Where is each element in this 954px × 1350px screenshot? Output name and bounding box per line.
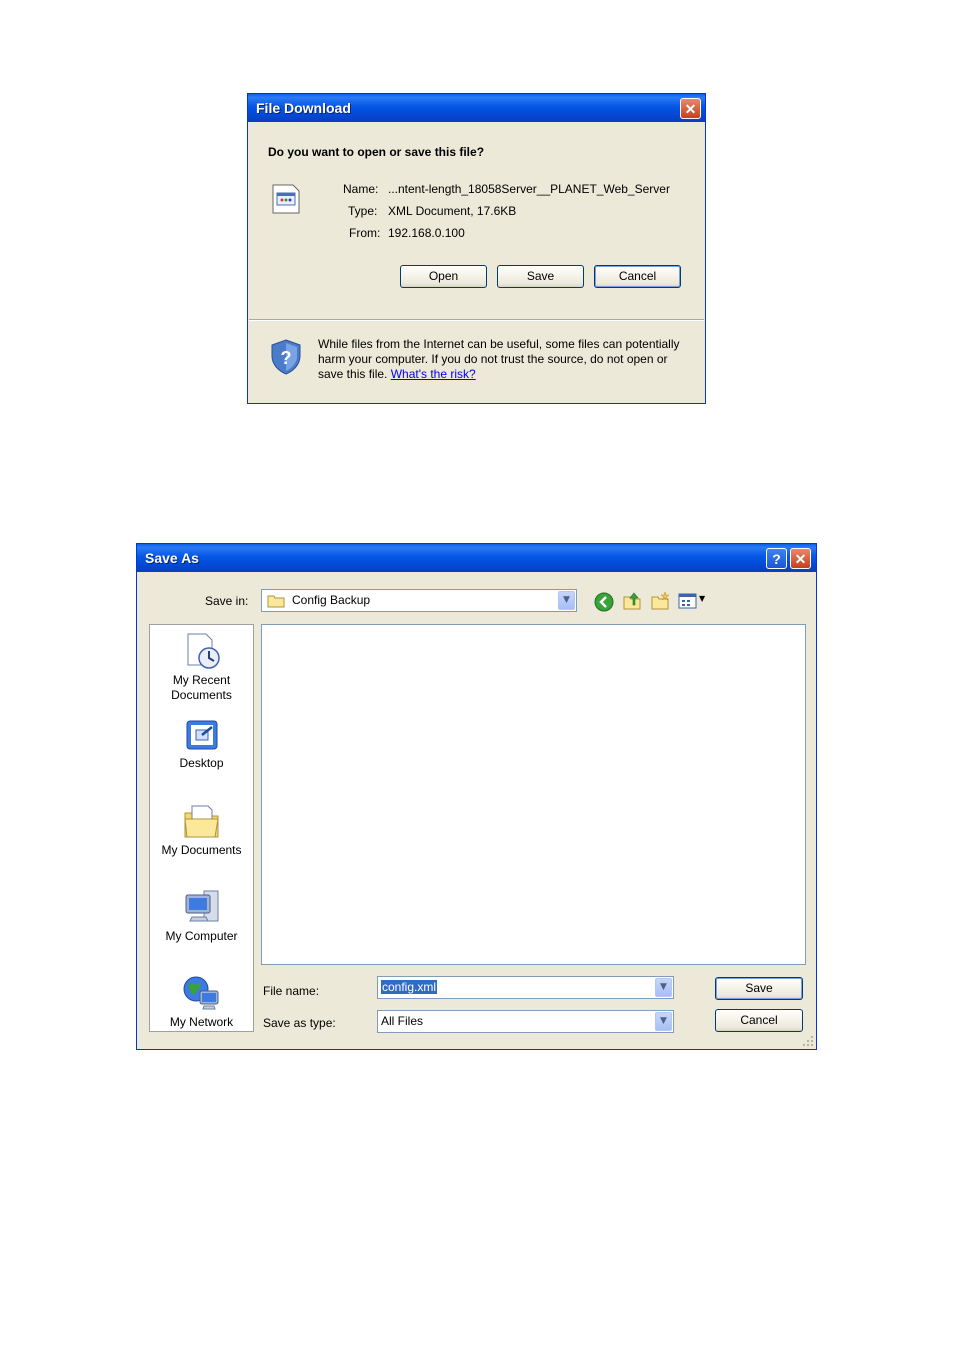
chevron-down-icon[interactable]: ▼ xyxy=(655,1012,672,1031)
place-label: My Network xyxy=(169,1015,234,1029)
place-recent-documents[interactable]: My Recent Documents xyxy=(150,631,253,703)
name-label: Name: xyxy=(343,182,379,196)
cancel-button[interactable]: Cancel xyxy=(594,265,681,288)
type-value: XML Document, 17.6KB xyxy=(388,204,517,218)
from-value: 192.168.0.100 xyxy=(388,226,465,240)
place-my-computer[interactable]: My Computer xyxy=(150,887,253,943)
file-list[interactable] xyxy=(261,624,806,965)
save-in-combo[interactable]: Config Backup ▼ xyxy=(261,589,577,612)
cancel-button-label: Cancel xyxy=(740,1013,778,1027)
save-in-label: Save in: xyxy=(205,594,249,608)
resize-grip-icon[interactable] xyxy=(802,1035,814,1047)
place-label: My Recent Documents xyxy=(171,673,232,702)
help-icon: ? xyxy=(772,551,781,567)
file-download-dialog: File Download ✕ Do you want to open or s… xyxy=(247,93,706,404)
download-question: Do you want to open or save this file? xyxy=(268,145,485,159)
my-computer-icon xyxy=(185,890,218,922)
desktop-icon xyxy=(186,720,217,750)
file-name-label: File name: xyxy=(263,984,320,998)
from-label: From: xyxy=(349,226,381,240)
places-bar: My Recent Documents Desktop My Documents xyxy=(149,624,254,1032)
save-type-value: All Files xyxy=(381,1014,424,1028)
place-label: My Documents xyxy=(161,843,242,857)
recent-documents-icon xyxy=(187,633,220,669)
shield-question-icon: ? xyxy=(271,339,301,375)
place-label: Desktop xyxy=(179,756,224,770)
save-button[interactable]: Save xyxy=(497,265,584,288)
place-my-documents[interactable]: My Documents xyxy=(150,801,253,857)
close-button[interactable]: ✕ xyxy=(680,98,701,119)
views-icon xyxy=(678,593,697,609)
place-label: My Computer xyxy=(165,929,238,943)
chevron-down-icon[interactable]: ▼ xyxy=(558,591,575,610)
file-name-combo[interactable]: config.xml ▼ xyxy=(377,976,674,999)
close-icon: ✕ xyxy=(794,551,807,567)
risk-link[interactable]: What's the risk? xyxy=(391,367,476,381)
svg-text:?: ? xyxy=(281,348,292,368)
save-type-label: Save as type: xyxy=(263,1016,336,1030)
views-menu[interactable]: ▼ xyxy=(678,592,708,610)
warning-text-block: While files from the Internet can be use… xyxy=(318,337,688,382)
cancel-button-label: Cancel xyxy=(618,269,657,283)
close-button[interactable]: ✕ xyxy=(790,548,811,569)
save-as-dialog: Save As ? ✕ Save in: Config Backup ▼ ▼ M… xyxy=(136,543,817,1050)
save-button-label: Save xyxy=(745,981,773,995)
save-button-label: Save xyxy=(526,269,555,283)
save-as-titlebar[interactable]: Save As xyxy=(137,544,816,572)
place-my-network[interactable]: My Network xyxy=(150,973,253,1029)
save-as-title: Save As xyxy=(145,550,199,566)
up-folder-icon[interactable] xyxy=(622,591,642,611)
close-icon: ✕ xyxy=(684,101,697,117)
dropdown-arrow-icon: ▼ xyxy=(699,594,706,603)
place-desktop[interactable]: Desktop xyxy=(150,718,253,770)
save-in-value: Config Backup xyxy=(292,593,371,607)
help-button[interactable]: ? xyxy=(766,548,787,569)
open-button-label: Open xyxy=(428,269,459,283)
my-documents-icon xyxy=(183,805,219,838)
name-value: ...ntent-length_18058Server__PLANET_Web_… xyxy=(388,182,670,196)
folder-icon xyxy=(267,595,285,608)
cancel-button[interactable]: Cancel xyxy=(715,1009,803,1032)
xml-file-icon xyxy=(272,184,300,214)
file-download-title: File Download xyxy=(256,100,351,116)
save-type-combo[interactable]: All Files ▼ xyxy=(377,1010,674,1033)
file-name-input[interactable]: config.xml xyxy=(381,980,438,994)
save-button[interactable]: Save xyxy=(715,977,803,1000)
type-label: Type: xyxy=(348,204,378,218)
warning-text: While files from the Internet can be use… xyxy=(318,337,680,381)
back-icon[interactable] xyxy=(594,592,614,612)
new-folder-icon[interactable] xyxy=(650,591,670,611)
file-download-titlebar[interactable]: File Download xyxy=(248,94,705,122)
chevron-down-icon[interactable]: ▼ xyxy=(655,978,672,997)
open-button[interactable]: Open xyxy=(400,265,487,288)
my-network-icon xyxy=(183,976,218,1010)
divider xyxy=(249,319,704,321)
